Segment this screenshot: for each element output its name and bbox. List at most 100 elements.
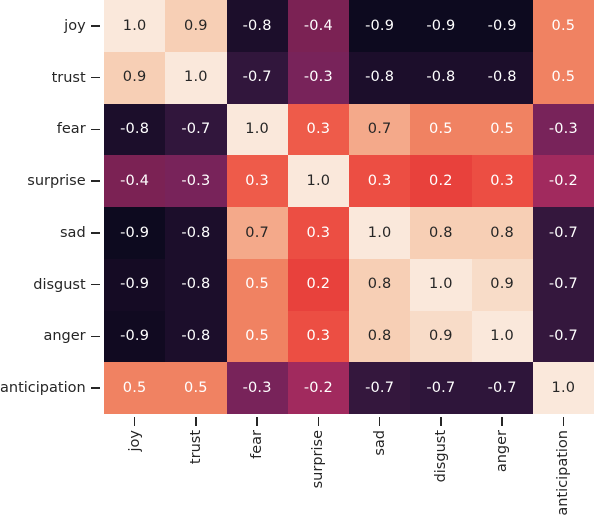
heatmap-cell-value: 1.0 — [245, 121, 269, 138]
heatmap-cell: 1.0 — [349, 207, 411, 259]
heatmap-cell-value: -0.4 — [303, 17, 333, 34]
x-tick-3: surprise — [288, 414, 349, 524]
y-tick-label: joy — [64, 17, 86, 34]
y-tick-label: surprise — [27, 173, 86, 190]
heatmap-cell-value: -0.9 — [120, 276, 150, 293]
heatmap-cell-value: 1.0 — [306, 172, 331, 189]
heatmap-cell: -0.7 — [226, 51, 288, 104]
heatmap-cell: 0.3 — [287, 207, 349, 259]
heatmap-cell: 1.0 — [287, 155, 349, 207]
heatmap-cell-value: -0.4 — [120, 172, 150, 189]
heatmap-cell-value: 0.9 — [184, 17, 208, 34]
x-tick-label: anticipation — [555, 430, 572, 516]
heatmap-cell: -0.9 — [104, 207, 166, 259]
x-tick-mark-icon — [256, 417, 258, 426]
heatmap-cell-value: 1.0 — [184, 69, 208, 86]
heatmap-figure: joy trust fear surprise sad disgust ange… — [0, 0, 594, 524]
heatmap-cell: 0.3 — [287, 310, 349, 363]
y-axis-tick-labels: joy trust fear surprise sad disgust ange… — [0, 0, 104, 414]
x-tick-label: joy — [126, 430, 143, 452]
x-tick-mark-icon — [378, 417, 381, 426]
heatmap-cell-value: 0.5 — [429, 121, 453, 138]
heatmap-cell-value: -0.7 — [487, 379, 517, 396]
heatmap-cell: 0.8 — [349, 310, 411, 363]
y-tick-label: disgust — [33, 276, 86, 293]
x-tick-label: sad — [371, 430, 388, 456]
y-tick-label: sad — [60, 224, 86, 241]
heatmap-cell-value: -0.8 — [181, 328, 211, 345]
heatmap-cell-value: -0.8 — [181, 276, 211, 293]
heatmap-cell-value: -0.8 — [242, 17, 272, 34]
heatmap-cell: 0.5 — [471, 103, 533, 156]
heatmap-cell-value: 0.8 — [429, 224, 453, 241]
heatmap-cell: -0.8 — [165, 258, 227, 311]
y-tick-7: anticipation — [0, 362, 105, 414]
heatmap-cell: -0.3 — [165, 155, 227, 207]
heatmap-cell-value: -0.7 — [181, 121, 211, 138]
y-tick-mark-icon — [90, 335, 100, 338]
heatmap-cell: 0.5 — [410, 103, 472, 156]
heatmap-cell: 0.7 — [349, 103, 411, 156]
heatmap-cell-value: -0.8 — [365, 69, 395, 86]
x-tick-label: surprise — [310, 430, 327, 489]
heatmap-cell: -0.2 — [287, 362, 349, 414]
heatmap-cell-value: 1.0 — [122, 17, 147, 34]
heatmap-grid: 1.0 0.9 -0.8 -0.4 -0.9 -0.9 -0.9 0.5 0.9 1.0 -0.7 -… — [104, 0, 594, 414]
heatmap-cell-value: -0.2 — [303, 379, 333, 396]
heatmap-cell: -0.8 — [349, 51, 411, 104]
heatmap-cell: 1.0 — [410, 258, 472, 311]
heatmap-cell-value: 1.0 — [551, 379, 576, 396]
y-tick-3: surprise — [0, 155, 105, 207]
heatmap-cell: 0.5 — [532, 0, 594, 52]
heatmap-cell-value: 0.5 — [245, 328, 269, 345]
x-tick-7: anticipation — [533, 414, 594, 524]
heatmap-cell: 1.0 — [532, 362, 594, 414]
heatmap-cell: -0.7 — [532, 310, 594, 363]
heatmap-plot-area: 1.0 0.9 -0.8 -0.4 -0.9 -0.9 -0.9 0.5 0.9 1.0 -0.7 -… — [104, 0, 594, 414]
heatmap-cell-value: -0.8 — [426, 69, 456, 86]
heatmap-cell: -0.7 — [471, 362, 533, 414]
x-tick-1: trust — [165, 414, 226, 524]
heatmap-cell-value: -0.9 — [487, 17, 517, 34]
heatmap-cell: 0.2 — [410, 155, 472, 207]
y-tick-mark-icon — [90, 283, 100, 286]
y-tick-label: anticipation — [0, 380, 86, 397]
heatmap-cell: 0.8 — [471, 207, 533, 259]
heatmap-cell: 0.5 — [532, 51, 594, 104]
heatmap-cell: 0.3 — [349, 155, 411, 207]
heatmap-cell-value: -0.8 — [120, 121, 150, 138]
x-tick-5: disgust — [410, 414, 471, 524]
heatmap-cell: 0.9 — [471, 258, 533, 311]
y-tick-6: anger — [0, 311, 105, 363]
heatmap-cell-value: 0.9 — [490, 276, 514, 293]
heatmap-cell: -0.8 — [226, 0, 288, 52]
heatmap-cell-value: -0.9 — [120, 224, 150, 241]
heatmap-cell-value: -0.8 — [487, 69, 517, 86]
heatmap-cell-value: -0.7 — [548, 276, 578, 293]
x-tick-mark-icon — [440, 417, 442, 426]
heatmap-cell: 1.0 — [471, 310, 533, 363]
heatmap-cell-value: 0.5 — [551, 69, 576, 86]
heatmap-cell-value: 0.7 — [367, 121, 392, 138]
heatmap-cell-value: -0.7 — [242, 69, 272, 86]
y-tick-mark-icon — [90, 128, 100, 131]
x-tick-2: fear — [227, 414, 288, 524]
heatmap-cell: -0.4 — [287, 0, 349, 52]
y-tick-mark-icon — [90, 76, 100, 79]
x-tick-label: fear — [249, 430, 266, 459]
y-tick-2: fear — [0, 104, 105, 156]
heatmap-cell: -0.7 — [410, 362, 472, 414]
y-tick-mark-icon — [90, 387, 100, 389]
heatmap-cell: 0.8 — [349, 258, 411, 311]
heatmap-cell-value: 0.3 — [245, 172, 269, 189]
heatmap-cell-value: 0.5 — [184, 379, 208, 396]
x-tick-mark-icon — [562, 417, 565, 426]
heatmap-cell-value: 0.8 — [367, 328, 392, 345]
y-tick-label: anger — [43, 328, 86, 345]
heatmap-cell: -0.8 — [165, 207, 227, 259]
y-tick-mark-icon — [90, 25, 100, 27]
heatmap-cell: -0.9 — [104, 310, 166, 363]
heatmap-cell-value: 0.8 — [367, 276, 392, 293]
heatmap-cell: -0.7 — [349, 362, 411, 414]
heatmap-cell-value: 1.0 — [490, 328, 514, 345]
